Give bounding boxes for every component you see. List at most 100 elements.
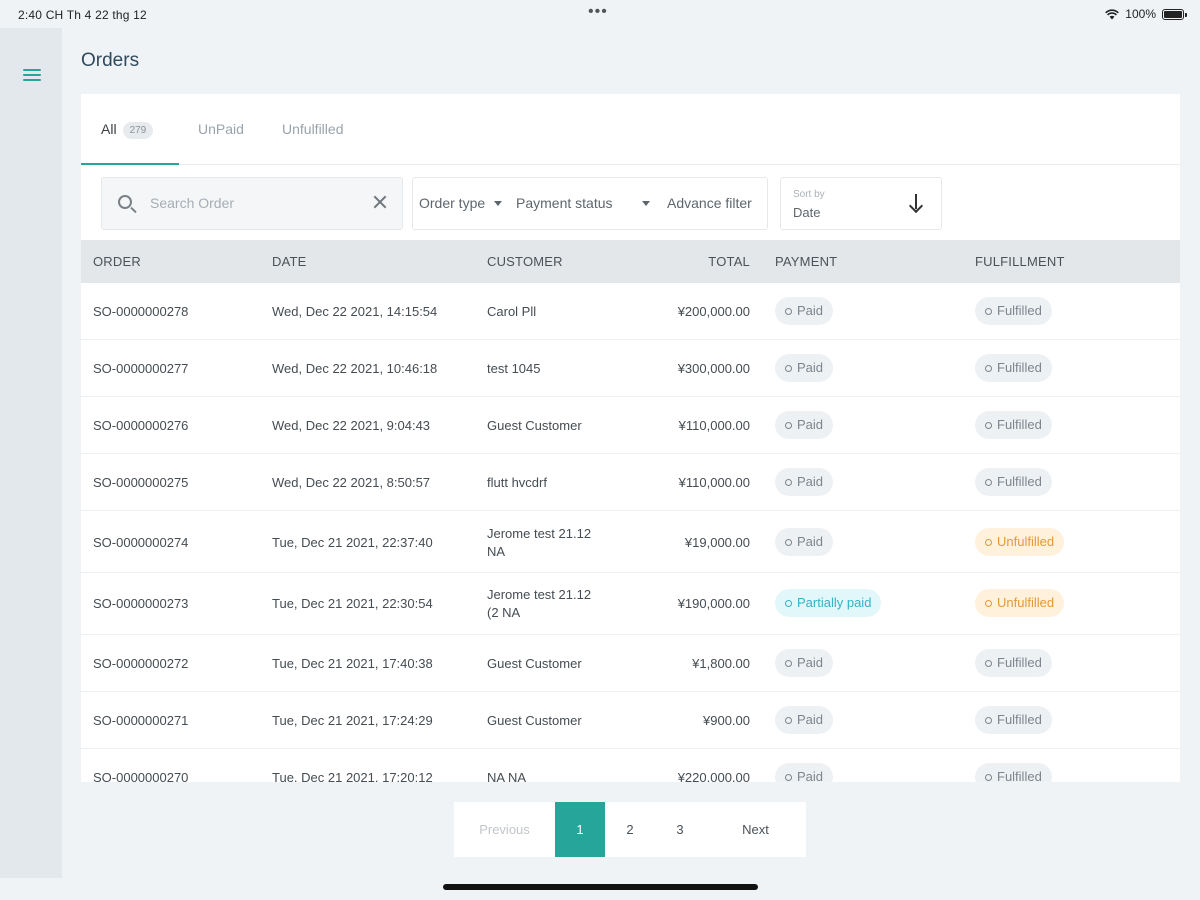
fulfillment-status-badge: Fulfilled (975, 354, 1052, 382)
fulfillment-status-badge: Fulfilled (975, 411, 1052, 439)
order-total: ¥220,000.00 (677, 770, 750, 782)
table-row[interactable]: SO-0000000276 Wed, Dec 22 2021, 9:04:43 … (81, 397, 1180, 454)
order-date: Wed, Dec 22 2021, 9:04:43 (272, 418, 431, 433)
status-dot-icon (985, 600, 992, 607)
column-header-order: ORDER (93, 254, 141, 269)
order-number: SO-0000000274 (93, 535, 189, 550)
home-indicator[interactable] (443, 884, 758, 890)
table-row[interactable]: SO-0000000275 Wed, Dec 22 2021, 8:50:57 … (81, 454, 1180, 511)
payment-status-badge: Paid (775, 528, 834, 556)
status-time: 2:40 CH Th 4 22 thg 12 (18, 8, 147, 22)
payment-status-label: Payment status (516, 195, 613, 211)
next-page-button[interactable]: Next (705, 802, 806, 857)
payment-status-badge: Paid (775, 297, 834, 325)
customer-name: Carol Pll (487, 304, 537, 319)
order-number: SO-0000000275 (93, 475, 189, 490)
status-dot-icon (985, 774, 992, 781)
fulfillment-status-badge: Fulfilled (975, 468, 1052, 496)
orders-table-body: SO-0000000278 Wed, Dec 22 2021, 14:15:54… (81, 283, 1180, 782)
fulfillment-status-badge: Fulfilled (975, 649, 1052, 677)
customer-name: Guest Customer (487, 418, 582, 433)
fulfillment-status-text: Fulfilled (997, 712, 1042, 727)
payment-status-badge: Paid (775, 763, 834, 782)
previous-page-button[interactable]: Previous (454, 802, 555, 857)
status-dot-icon (785, 308, 792, 315)
status-dot-icon (985, 422, 992, 429)
order-total: ¥1,800.00 (692, 656, 750, 671)
battery-percent: 100% (1125, 7, 1156, 21)
order-type-dropdown[interactable]: Order type (419, 195, 503, 211)
status-dot-icon (985, 479, 992, 486)
order-number: SO-0000000272 (93, 656, 189, 671)
customer-name: Jerome test 21.12 (487, 526, 592, 541)
status-dot-icon (785, 365, 792, 372)
table-header: ORDER DATE CUSTOMER TOTAL PAYMENT FULFIL… (81, 240, 1180, 283)
search-input[interactable] (150, 192, 350, 214)
arrow-down-icon[interactable] (909, 193, 923, 213)
order-total: ¥110,000.00 (678, 418, 750, 433)
order-number: SO-0000000276 (93, 418, 189, 433)
tab-unfulfilled[interactable]: Unfulfilled (282, 121, 343, 137)
multitasking-dots-icon[interactable]: ••• (588, 3, 608, 21)
payment-status-text: Paid (797, 360, 824, 375)
clear-search-icon[interactable] (370, 192, 390, 212)
sort-control[interactable]: Sort by Date (780, 177, 942, 230)
order-total: ¥190,000.00 (677, 596, 750, 611)
fulfillment-status-text: Fulfilled (997, 303, 1042, 318)
table-row[interactable]: SO-0000000273 Tue, Dec 21 2021, 22:30:54… (81, 573, 1180, 635)
payment-status-text: Paid (797, 769, 824, 782)
customer-name: Jerome test 21.12 (487, 587, 592, 602)
customer-name: Guest Customer (487, 656, 582, 671)
battery-icon (1162, 8, 1187, 20)
payment-status-text: Paid (797, 534, 824, 549)
order-date: Wed, Dec 22 2021, 14:15:54 (272, 304, 438, 319)
wifi-icon (1105, 8, 1120, 19)
table-row[interactable]: SO-0000000271 Tue, Dec 21 2021, 17:24:29… (81, 692, 1180, 749)
order-date: Tue, Dec 21 2021, 22:37:40 (272, 535, 433, 550)
filter-bar: Order type Payment status Advance filter… (81, 165, 1180, 240)
order-total: ¥200,000.00 (677, 304, 750, 319)
customer-name: flutt hvcdrf (487, 475, 547, 490)
order-total: ¥900.00 (703, 713, 750, 728)
status-dot-icon (785, 660, 792, 667)
customer-name-line2: (2 NA (487, 605, 521, 620)
order-total: ¥19,000.00 (684, 535, 750, 550)
tab-all-count-badge: 279 (122, 122, 154, 139)
payment-status-text: Partially paid (797, 595, 872, 610)
column-header-customer: CUSTOMER (487, 254, 563, 269)
page-3-button[interactable]: 3 (655, 802, 705, 857)
chevron-down-icon (642, 201, 651, 206)
payment-status-text: Paid (797, 474, 824, 489)
order-date: Wed, Dec 22 2021, 10:46:18 (272, 361, 438, 376)
sort-value: Date (793, 205, 821, 220)
page-2-button[interactable]: 2 (605, 802, 655, 857)
table-row[interactable]: SO-0000000270 Tue, Dec 21 2021, 17:20:12… (81, 749, 1180, 782)
search-icon (118, 195, 132, 209)
status-dot-icon (985, 539, 992, 546)
order-total: ¥110,000.00 (678, 475, 750, 490)
payment-status-dropdown[interactable]: Payment status (516, 195, 651, 211)
status-dot-icon (985, 365, 992, 372)
fulfillment-status-badge: Fulfilled (975, 706, 1052, 734)
tab-unpaid[interactable]: UnPaid (198, 121, 244, 137)
status-dot-icon (785, 479, 792, 486)
order-number: SO-0000000273 (93, 596, 189, 611)
payment-status-badge: Paid (775, 649, 834, 677)
column-header-payment: PAYMENT (775, 254, 838, 269)
tab-all[interactable]: All 279 (101, 121, 154, 139)
table-row[interactable]: SO-0000000278 Wed, Dec 22 2021, 14:15:54… (81, 283, 1180, 340)
advance-filter-button[interactable]: Advance filter (667, 195, 752, 211)
fulfillment-status-text: Unfulfilled (997, 534, 1055, 549)
fulfillment-status-text: Fulfilled (997, 769, 1042, 782)
hamburger-menu-icon[interactable] (23, 69, 41, 83)
column-header-total: TOTAL (708, 254, 750, 269)
table-row[interactable]: SO-0000000272 Tue, Dec 21 2021, 17:40:38… (81, 635, 1180, 692)
fulfillment-status-badge: Unfulfilled (975, 589, 1065, 617)
pagination: Previous 1 2 3 Next (454, 802, 806, 857)
table-row[interactable]: SO-0000000274 Tue, Dec 21 2021, 22:37:40… (81, 511, 1180, 573)
table-row[interactable]: SO-0000000277 Wed, Dec 22 2021, 10:46:18… (81, 340, 1180, 397)
order-type-label: Order type (419, 195, 486, 211)
order-number: SO-0000000277 (93, 361, 189, 376)
page-1-button[interactable]: 1 (555, 802, 605, 857)
chevron-down-icon (494, 201, 503, 206)
